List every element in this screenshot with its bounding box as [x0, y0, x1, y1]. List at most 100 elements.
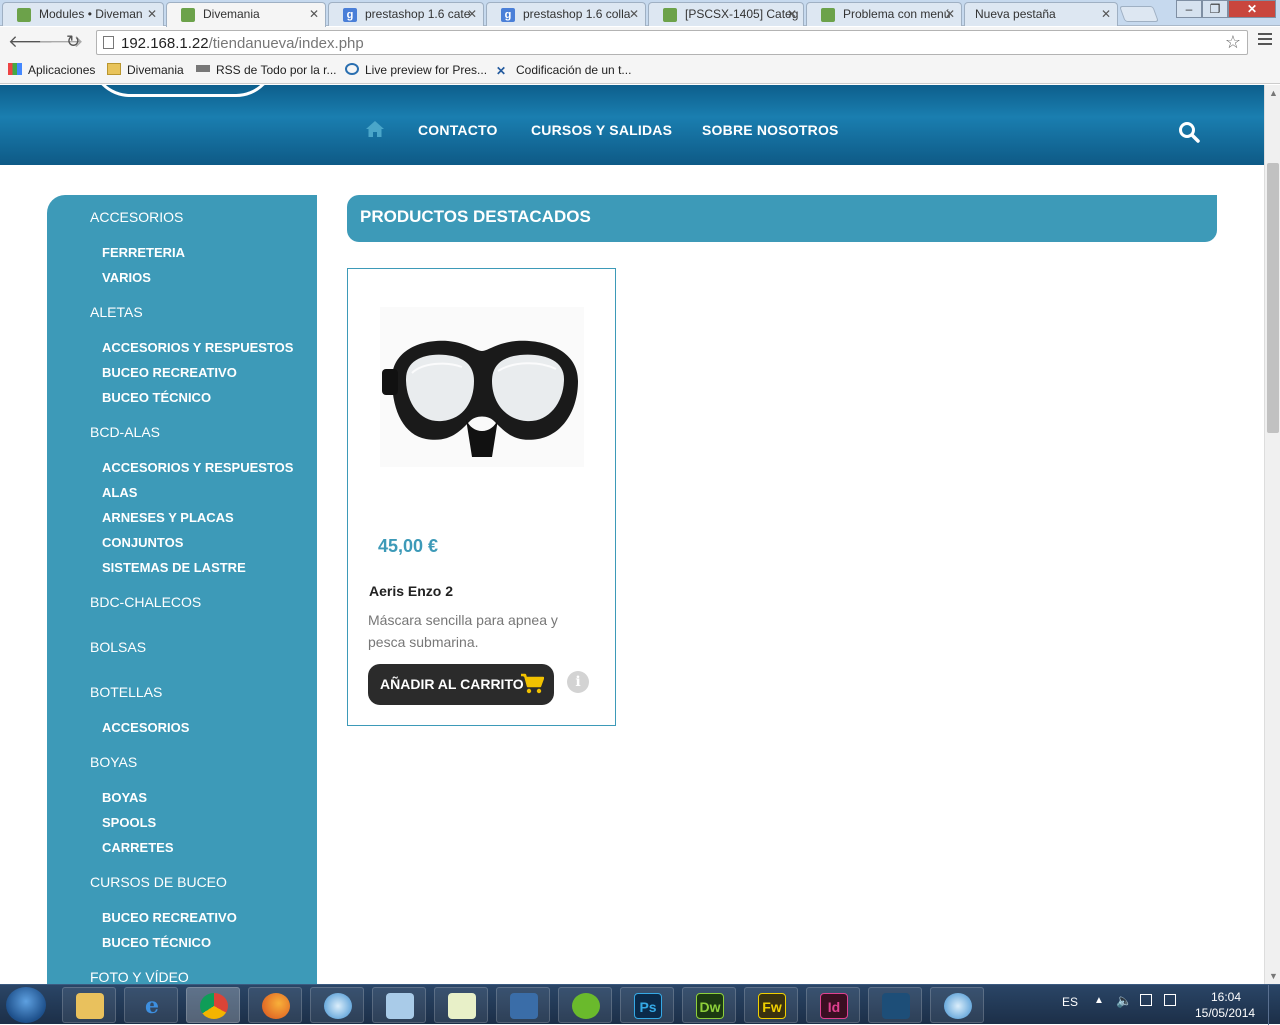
volume-icon[interactable]: 🔈: [1116, 993, 1132, 1009]
subcategory-buceo-recreativo[interactable]: BUCEO RECREATIVO: [102, 910, 237, 925]
bookmark-label: RSS de Todo por la r...: [216, 63, 337, 77]
photoshop-icon[interactable]: Ps: [620, 987, 674, 1023]
nav-cursos-salidas[interactable]: CURSOS Y SALIDAS: [531, 122, 672, 138]
bookmark-rss[interactable]: RSS de Todo por la r...: [196, 63, 337, 77]
safari-icon[interactable]: [930, 987, 984, 1023]
search-icon[interactable]: [1178, 121, 1200, 143]
language-indicator[interactable]: ES: [1062, 995, 1078, 1009]
nav-contacto[interactable]: CONTACTO: [418, 122, 498, 138]
seo-icon: [196, 65, 210, 72]
virtualbox-cube-icon[interactable]: [372, 987, 426, 1023]
subcategory-varios[interactable]: VARIOS: [102, 270, 151, 285]
close-icon[interactable]: ✕: [1101, 7, 1111, 21]
tools-icon: ✕: [496, 64, 507, 78]
clock-date[interactable]: 15/05/2014: [1195, 1006, 1255, 1020]
scroll-down-icon[interactable]: ▼: [1269, 971, 1278, 981]
info-icon[interactable]: i: [567, 671, 589, 693]
close-icon[interactable]: ✕: [787, 7, 797, 21]
tab-problema-menu[interactable]: Problema con menú ✕: [806, 2, 962, 26]
virtualbox-icon[interactable]: [496, 987, 550, 1023]
category-boyas[interactable]: BOYAS: [90, 754, 137, 770]
reload-icon[interactable]: ↻: [66, 32, 80, 52]
scroll-up-icon[interactable]: ▲: [1269, 88, 1278, 98]
tab-divemania[interactable]: Divemania ✕: [166, 2, 326, 27]
subcategory-accesorios-respuestos[interactable]: ACCESORIOS Y RESPUESTOS: [102, 340, 293, 355]
category-accesorios[interactable]: ACCESORIOS: [90, 209, 183, 225]
new-tab-button[interactable]: [1119, 6, 1159, 22]
address-bar[interactable]: 192.168.1.22/tiendanueva/index.php ☆: [96, 30, 1248, 55]
subcategory-buceo-tecnico[interactable]: BUCEO TÉCNICO: [102, 935, 211, 950]
product-card[interactable]: 45,00 € Aeris Enzo 2 Máscara sencilla pa…: [347, 268, 616, 726]
subcategory-accesorios[interactable]: ACCESORIOS: [102, 720, 189, 735]
nav-sobre-nosotros[interactable]: SOBRE NOSOTROS: [702, 122, 839, 138]
subcategory-buceo-recreativo[interactable]: BUCEO RECREATIVO: [102, 365, 237, 380]
bookmark-divemania[interactable]: Divemania: [107, 63, 184, 77]
category-bdc-chalecos[interactable]: BDC-CHALECOS: [90, 594, 201, 610]
subcategory-buceo-tecnico[interactable]: BUCEO TÉCNICO: [102, 390, 211, 405]
category-bcd-alas[interactable]: BCD-ALAS: [90, 424, 160, 440]
tab-prestashop-colla[interactable]: g prestashop 1.6 colla ✕: [486, 2, 646, 26]
tab-new[interactable]: Nueva pestaña ✕: [964, 2, 1118, 26]
subcategory-sistemas-lastre[interactable]: SISTEMAS DE LASTRE: [102, 560, 246, 575]
restore-button[interactable]: ❐: [1202, 0, 1228, 18]
site-logo[interactable]: [90, 85, 276, 97]
close-window-button[interactable]: ✕: [1228, 0, 1276, 18]
browser-toolbar: 🡐 🡒 ↻ 192.168.1.22/tiendanueva/index.php…: [0, 27, 1280, 58]
clock-time[interactable]: 16:04: [1211, 990, 1241, 1004]
category-cursos-buceo[interactable]: CURSOS DE BUCEO: [90, 874, 227, 890]
safari-icon[interactable]: [310, 987, 364, 1023]
page-viewport: CONTACTO CURSOS Y SALIDAS SOBRE NOSOTROS…: [0, 85, 1264, 984]
bookmark-codificacion[interactable]: ✕ Codificación de un t...: [496, 63, 631, 78]
subcategory-arneses-placas[interactable]: ARNESES Y PLACAS: [102, 510, 234, 525]
scrollbar-thumb[interactable]: [1267, 163, 1279, 433]
firefox-icon[interactable]: [248, 987, 302, 1023]
tab-pscsx[interactable]: [PSCSX-1405] Categ ✕: [648, 2, 804, 26]
close-icon[interactable]: ✕: [147, 7, 157, 21]
action-center-icon[interactable]: [1164, 994, 1176, 1006]
product-name[interactable]: Aeris Enzo 2: [369, 583, 453, 599]
category-bolsas[interactable]: BOLSAS: [90, 639, 146, 655]
category-botellas[interactable]: BOTELLAS: [90, 684, 162, 700]
tab-prestashop-cate[interactable]: g prestashop 1.6 cate ✕: [328, 2, 484, 26]
subcategory-accesorios-respuestos[interactable]: ACCESORIOS Y RESPUESTOS: [102, 460, 293, 475]
subcategory-carretes[interactable]: CARRETES: [102, 840, 174, 855]
subcategory-ferreteria[interactable]: FERRETERIA: [102, 245, 185, 260]
show-desktop-button[interactable]: [1268, 985, 1280, 1025]
tab-modules[interactable]: Modules • Diveman ✕: [2, 2, 164, 26]
bookmark-live-preview[interactable]: Live preview for Pres...: [345, 63, 487, 77]
category-aletas[interactable]: ALETAS: [90, 304, 143, 320]
close-icon[interactable]: ✕: [629, 7, 639, 21]
windows-taskbar: e Ps Dw Fw Id ES ▲ 🔈 16:04 15/05/2014: [0, 984, 1280, 1025]
spotify-icon[interactable]: [558, 987, 612, 1023]
tab-label: Modules • Diveman: [39, 7, 143, 21]
category-foto-video[interactable]: FOTO Y VÍDEO: [90, 969, 189, 984]
chrome-icon[interactable]: [186, 987, 240, 1023]
notepad-icon[interactable]: [434, 987, 488, 1023]
mysql-workbench-icon[interactable]: [868, 987, 922, 1023]
subcategory-conjuntos[interactable]: CONJUNTOS: [102, 535, 183, 550]
close-icon[interactable]: ✕: [309, 7, 319, 21]
bookmark-star-icon[interactable]: ☆: [1225, 32, 1241, 53]
show-hidden-icons[interactable]: ▲: [1094, 995, 1104, 1006]
minimize-button[interactable]: –: [1176, 0, 1202, 18]
category-sidebar: ACCESORIOS FERRETERIA VARIOS ALETAS ACCE…: [47, 195, 317, 984]
indesign-icon[interactable]: Id: [806, 987, 860, 1023]
subcategory-spools[interactable]: SPOOLS: [102, 815, 156, 830]
add-to-cart-button[interactable]: AÑADIR AL CARRITO: [368, 664, 554, 705]
dreamweaver-icon[interactable]: Dw: [682, 987, 736, 1023]
bookmark-apps[interactable]: Aplicaciones: [8, 63, 95, 77]
subcategory-boyas[interactable]: BOYAS: [102, 790, 147, 805]
page-scrollbar[interactable]: ▲ ▼: [1264, 85, 1280, 984]
close-icon[interactable]: ✕: [467, 7, 477, 21]
explorer-icon[interactable]: [62, 987, 116, 1023]
product-image[interactable]: [380, 307, 584, 467]
network-icon[interactable]: [1140, 994, 1152, 1006]
ie-icon[interactable]: e: [124, 987, 178, 1023]
fireworks-icon[interactable]: Fw: [744, 987, 798, 1023]
home-icon[interactable]: [365, 120, 385, 138]
chrome-menu-icon[interactable]: [1258, 33, 1272, 48]
subcategory-alas[interactable]: ALAS: [102, 485, 137, 500]
apps-grid-icon: [8, 63, 22, 75]
start-button[interactable]: [6, 987, 46, 1023]
close-icon[interactable]: ✕: [945, 7, 955, 21]
